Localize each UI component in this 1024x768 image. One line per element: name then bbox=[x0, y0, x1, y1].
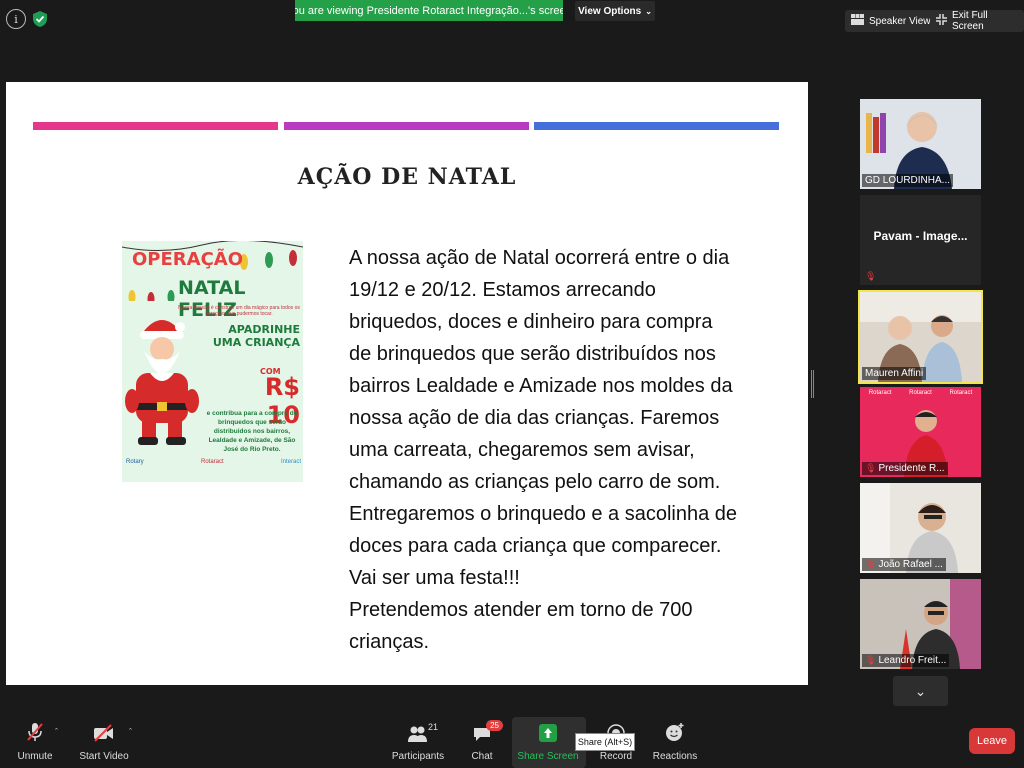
participants-count: 21 bbox=[428, 722, 439, 732]
exit-fullscreen-icon bbox=[936, 14, 947, 28]
participant-tile[interactable]: Pavam - Image... 🎙 bbox=[860, 195, 981, 285]
chat-label: Chat bbox=[471, 751, 493, 762]
slide-paragraph-3: Pretendemos atender em torno de 700 cria… bbox=[349, 599, 693, 653]
participant-name: Mauren Affini bbox=[862, 367, 927, 380]
record-label: Record bbox=[599, 751, 633, 762]
participant-name: 🎙 Leandro Freit... bbox=[862, 654, 950, 667]
panel-resize-handle[interactable] bbox=[811, 370, 814, 398]
speaker-view-label: Speaker View bbox=[869, 15, 931, 27]
mic-muted-icon: 🎙 bbox=[865, 463, 877, 473]
slide-bar-pink bbox=[33, 122, 278, 130]
slide-bar-purple bbox=[284, 122, 529, 130]
participant-mic-status: 🎙 bbox=[862, 270, 879, 283]
poster-apadrinhe-2: UMA CRIANÇA bbox=[212, 336, 300, 349]
info-icon[interactable]: i bbox=[6, 9, 26, 29]
rotaract-backdrop: Rotaract Rotaract Rotaract bbox=[868, 390, 973, 396]
chevron-down-icon: ⌄ bbox=[914, 682, 927, 699]
poster-logos: Rotary Rotaract Interact bbox=[126, 459, 301, 465]
rotary-logo: Rotary bbox=[126, 459, 144, 465]
participant-name: GD LOURDINHA... bbox=[862, 174, 954, 187]
participant-name: 🎙 Presidente R... bbox=[862, 462, 948, 475]
participant-tile[interactable]: 🎙 João Rafael ... bbox=[860, 483, 981, 573]
poster-body: e contribua para a compra de brinquedos … bbox=[206, 410, 298, 453]
mic-muted-icon: 🎙 bbox=[865, 271, 877, 281]
mic-muted-icon bbox=[26, 722, 44, 747]
slide-bar-blue bbox=[534, 122, 779, 130]
slide-paragraph-2: Entregaremos o brinquedo e a sacolinha d… bbox=[349, 503, 738, 589]
mic-muted-icon: 🎙 bbox=[865, 655, 877, 665]
share-tooltip: Share (Alt+S) bbox=[575, 733, 635, 751]
interact-logo: Interact bbox=[280, 459, 301, 465]
leave-meeting-button[interactable]: Leave bbox=[969, 728, 1015, 754]
rotaract-logo: Rotaract bbox=[200, 459, 224, 465]
exit-full-screen-button[interactable]: Exit Full Screen bbox=[930, 10, 1024, 32]
slide-body-text: A nossa ação de Natal ocorrerá entre o d… bbox=[349, 242, 739, 658]
reactions-label: Reactions bbox=[652, 751, 698, 762]
poster-title-1: OPERAÇÃO bbox=[132, 249, 244, 270]
view-options-button[interactable]: View Options ⌄ bbox=[575, 1, 655, 21]
unmute-label: Unmute bbox=[17, 751, 53, 762]
participant-tile-active-speaker[interactable]: Mauren Affini bbox=[858, 290, 983, 384]
unmute-button[interactable]: Unmute bbox=[12, 712, 58, 768]
shared-screen-slide: AÇÃO DE NATAL OPERAÇÃO NATAL FELIZ Nossa… bbox=[6, 82, 808, 685]
exit-full-screen-label: Exit Full Screen bbox=[952, 10, 988, 32]
audio-options-caret-icon[interactable]: ˆ bbox=[55, 727, 58, 737]
natal-feliz-poster: OPERAÇÃO NATAL FELIZ Nossa missão é cons… bbox=[122, 241, 303, 482]
speaker-view-button[interactable]: Speaker View bbox=[845, 10, 937, 32]
participants-label: Participants bbox=[391, 751, 445, 762]
participant-name-center: Pavam - Image... bbox=[873, 229, 968, 243]
santa-claus-icon bbox=[125, 320, 199, 445]
chevron-down-icon: ⌄ bbox=[645, 6, 652, 16]
poster-apadrinhe: APADRINHE UMA CRIANÇA bbox=[204, 323, 300, 349]
shield-check-icon[interactable] bbox=[30, 9, 50, 29]
start-video-button[interactable]: Start Video bbox=[78, 712, 130, 768]
participant-name: 🎙 João Rafael ... bbox=[862, 558, 946, 571]
video-off-icon bbox=[93, 724, 115, 747]
participant-tile[interactable]: 🎙 Leandro Freit... bbox=[860, 579, 981, 669]
share-screen-icon bbox=[539, 724, 557, 747]
participant-tile[interactable]: Rotaract Rotaract Rotaract 🎙 Presidente R..… bbox=[860, 387, 981, 477]
share-screen-label: Share Screen bbox=[517, 751, 579, 762]
participant-tile[interactable]: GD LOURDINHA... bbox=[860, 99, 981, 189]
participants-button[interactable]: 21 Participants bbox=[391, 712, 445, 768]
slide-paragraph-1: A nossa ação de Natal ocorrerá entre o d… bbox=[349, 247, 733, 493]
participants-icon: 21 bbox=[408, 722, 438, 747]
chat-button[interactable]: 25 Chat bbox=[467, 712, 503, 768]
view-options-label: View Options bbox=[578, 5, 642, 17]
poster-apadrinhe-1: APADRINHE bbox=[228, 323, 300, 336]
video-options-caret-icon[interactable]: ˆ bbox=[129, 727, 132, 737]
share-screen-button[interactable]: Share Screen bbox=[514, 712, 582, 768]
slide-title: AÇÃO DE NATAL bbox=[297, 164, 517, 190]
grid-icon bbox=[851, 14, 864, 28]
start-video-label: Start Video bbox=[79, 751, 129, 762]
chat-unread-badge: 25 bbox=[486, 720, 503, 731]
screen-share-banner: You are viewing Presidente Rotaract Inte… bbox=[295, 0, 563, 21]
chat-bubble-icon: 25 bbox=[473, 720, 503, 747]
scroll-participants-down-button[interactable]: ⌄ bbox=[893, 676, 948, 706]
reactions-button[interactable]: Reactions bbox=[652, 712, 698, 768]
smiley-plus-icon bbox=[665, 722, 685, 747]
mic-muted-icon: 🎙 bbox=[865, 559, 877, 569]
